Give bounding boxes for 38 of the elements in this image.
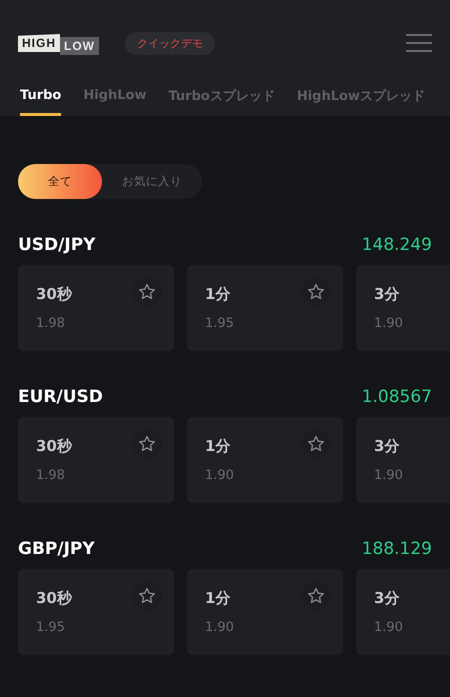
payout: 1.90 bbox=[205, 620, 234, 635]
option-card[interactable]: 30秒 1.98 bbox=[18, 265, 174, 351]
rate: 1.08567 bbox=[362, 387, 432, 407]
duration: 30秒 bbox=[36, 285, 72, 304]
duration: 3分 bbox=[374, 285, 400, 304]
pair-name: EUR/USD bbox=[18, 387, 103, 407]
option-card[interactable]: 3分 1.90 bbox=[356, 417, 450, 503]
duration: 1分 bbox=[205, 285, 230, 304]
demo-badge: クイックデモ bbox=[125, 32, 215, 54]
duration: 3分 bbox=[374, 437, 400, 456]
payout: 1.90 bbox=[374, 316, 403, 331]
payout: 1.95 bbox=[205, 316, 234, 331]
payout: 1.98 bbox=[36, 316, 65, 331]
option-card[interactable]: 30秒 1.98 bbox=[18, 417, 174, 503]
option-card[interactable]: 3分 1.90 bbox=[356, 569, 450, 655]
payout: 1.95 bbox=[36, 620, 65, 635]
payout: 1.98 bbox=[36, 468, 65, 483]
option-card[interactable]: 1分 1.95 bbox=[187, 265, 343, 351]
duration: 30秒 bbox=[36, 589, 72, 608]
duration: 30秒 bbox=[36, 437, 72, 456]
payout: 1.90 bbox=[374, 468, 403, 483]
pair-name: GBP/JPY bbox=[18, 539, 95, 559]
duration: 1分 bbox=[205, 437, 230, 456]
rate: 148.249 bbox=[362, 235, 432, 255]
option-card[interactable]: 30秒 1.95 bbox=[18, 569, 174, 655]
duration: 3分 bbox=[374, 589, 400, 608]
option-card[interactable]: 3分 1.90 bbox=[356, 265, 450, 351]
payout: 1.90 bbox=[374, 620, 403, 635]
option-card[interactable]: 1分 1.90 bbox=[187, 417, 343, 503]
payout: 1.90 bbox=[205, 468, 234, 483]
tab[interactable]: Turbo bbox=[20, 86, 62, 116]
logo: HIGH LOW bbox=[18, 31, 99, 55]
menu-icon[interactable] bbox=[406, 34, 432, 52]
option-card[interactable]: 1分 1.90 bbox=[187, 569, 343, 655]
rate: 188.129 bbox=[362, 539, 432, 559]
filter-button[interactable]: 全て bbox=[18, 164, 102, 199]
pair-name: USD/JPY bbox=[18, 235, 96, 255]
duration: 1分 bbox=[205, 589, 230, 608]
